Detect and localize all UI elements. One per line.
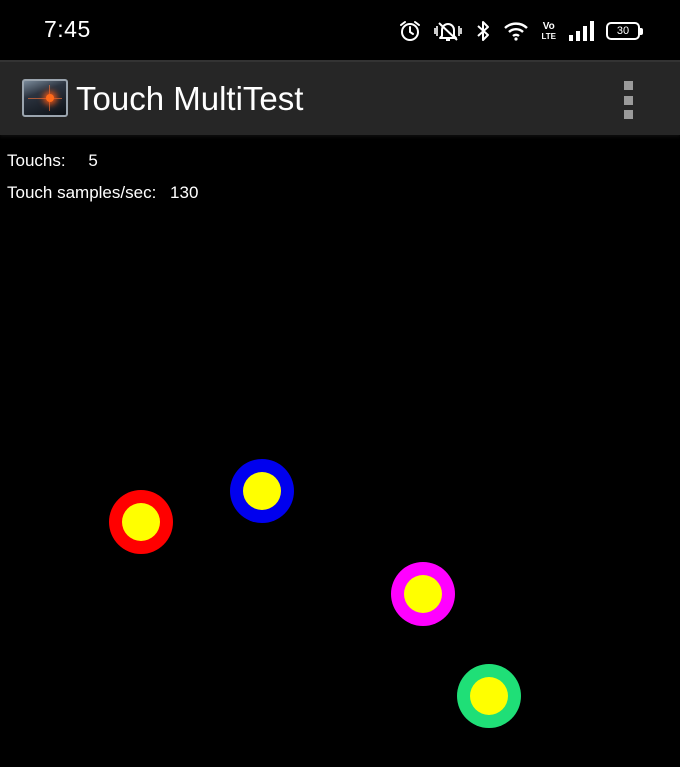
touch-point-red-center bbox=[122, 503, 160, 541]
volte-icon: Vo LTE bbox=[541, 20, 556, 41]
volte-label-top: Vo bbox=[542, 20, 555, 32]
touch-point-blue-center bbox=[243, 472, 281, 510]
overflow-menu-icon[interactable] bbox=[620, 81, 636, 119]
app-title: Touch MultiTest bbox=[76, 80, 304, 117]
touch-point-green bbox=[457, 664, 521, 728]
signal-icon bbox=[568, 20, 594, 42]
volte-label-bottom: LTE bbox=[541, 31, 556, 41]
status-bar: 7:45 Vo LTE 30 bbox=[0, 0, 680, 60]
touch-point-magenta bbox=[391, 562, 455, 626]
alarm-icon bbox=[399, 20, 421, 42]
wifi-icon bbox=[503, 20, 529, 42]
app-crosshair-icon bbox=[22, 79, 68, 117]
status-time: 7:45 bbox=[44, 16, 91, 42]
touch-point-green-center bbox=[470, 677, 508, 715]
app-bar: Touch MultiTest bbox=[0, 60, 680, 135]
touch-point-blue bbox=[230, 459, 294, 523]
touch-canvas[interactable] bbox=[0, 135, 680, 767]
touch-point-magenta-center bbox=[404, 575, 442, 613]
mute-vibrate-icon bbox=[433, 20, 463, 42]
bluetooth-icon bbox=[475, 20, 491, 42]
battery-level: 30 bbox=[616, 25, 630, 37]
status-icons: Vo LTE 30 bbox=[399, 17, 643, 45]
touch-point-red bbox=[109, 490, 173, 554]
battery-icon: 30 bbox=[606, 22, 643, 40]
